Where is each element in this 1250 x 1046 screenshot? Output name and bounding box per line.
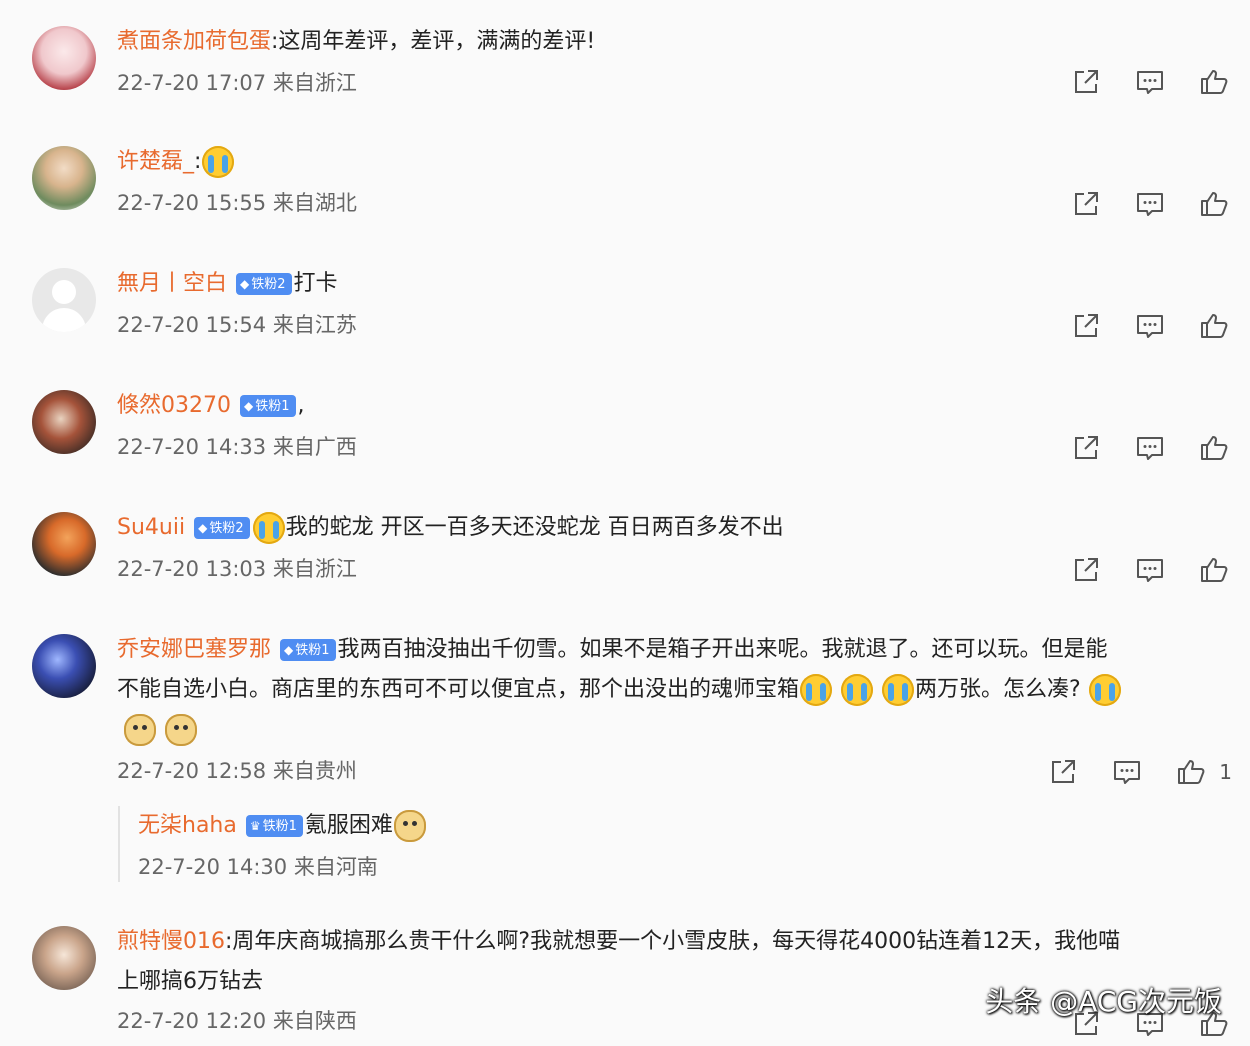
comment-icon[interactable] [1132,64,1168,100]
avatar[interactable] [32,926,96,990]
avatar[interactable] [32,512,96,576]
watermark: 头条 @ACG次元饭 [985,985,1222,1018]
comment-icon[interactable] [1109,754,1145,790]
crying-emoji-icon [882,674,915,706]
comment-location: 来自湖北 [272,191,357,215]
comment-location: 来自浙江 [272,557,357,581]
comment-location: 来自江苏 [272,313,357,337]
diamond-icon: ◆ [240,277,250,291]
share-icon[interactable] [1045,754,1081,790]
fan-badge: ♛ 铁粉1 [245,815,303,837]
doge-emoji-icon [124,714,156,746]
comment-location: 来自陕西 [272,1009,357,1033]
fan-badge: ◆ 铁粉2 [194,517,250,539]
comment-time: 22-7-20 15:54 [117,313,267,337]
comment-text: :这周年差评，差评，满满的差评! [271,29,596,54]
share-icon[interactable] [1068,430,1104,466]
comment-text: , [297,393,305,418]
username[interactable]: Su4uii [117,515,185,540]
share-icon[interactable] [1068,64,1104,100]
username[interactable]: 许楚磊_ [117,149,194,174]
share-icon[interactable] [1068,308,1104,344]
doge-emoji-icon [393,810,426,842]
like-count: 1 [1219,760,1232,784]
crying-emoji-icon [202,146,235,178]
avatar[interactable] [32,268,96,332]
diamond-icon: ◆ [198,521,208,535]
fan-badge: ◆ 铁粉2 [236,273,292,295]
comment-text-line: 不能自选小白。商店里的东西可不可以便宜点，那个出没出的魂师宝箱 [117,677,800,702]
comment-text: 我两百抽没抽出千仞雪。如果不是箱子开出来呢。我就退了。还可以玩。但是能 [337,637,1108,662]
comment-icon[interactable] [1132,430,1168,466]
comment-time: 22-7-20 13:03 [117,557,267,581]
crying-emoji-icon [800,674,833,706]
comment-icon[interactable] [1132,552,1168,588]
avatar[interactable] [32,390,96,454]
fan-badge: ◆ 铁粉1 [280,639,336,661]
comment-time: 22-7-20 17:07 [117,71,267,95]
comment-icon[interactable] [1132,186,1168,222]
diamond-icon: ◆ [284,643,294,657]
avatar[interactable] [32,26,96,90]
avatar[interactable] [32,146,96,210]
comment-text-line: 上哪搞6万钻去 [117,969,263,994]
comment-location: 来自贵州 [272,759,357,783]
comment-time: 22-7-20 12:20 [117,1009,267,1033]
username[interactable]: 倏然03270 [117,393,231,418]
username[interactable]: 无柒haha [138,813,237,838]
comment-text: :周年庆商城搞那么贵干什么啊?我就想要一个小雪皮肤，每天得花4000钻连着12天… [225,929,1121,954]
username[interactable]: 乔安娜巴塞罗那 [117,637,271,662]
comment-location: 来自河南 [293,855,378,879]
comment-text: 打卡 [293,271,338,296]
doge-emoji-icon [165,714,197,746]
comment-time: 22-7-20 12:58 [117,759,267,783]
comment-time: 22-7-20 15:55 [117,191,267,215]
thumbs-up-icon[interactable] [1196,552,1232,588]
comment-text: : [194,149,202,174]
username[interactable]: 煎特慢016 [117,929,225,954]
thumbs-up-icon[interactable] [1173,754,1209,790]
crown-icon: ♛ [249,819,261,833]
comment-location: 来自广西 [272,435,357,459]
crying-emoji-icon [252,512,285,544]
thumbs-up-icon[interactable] [1196,64,1232,100]
username[interactable]: 無月丨空白 [117,271,227,296]
comment-location: 来自浙江 [272,71,357,95]
fan-badge: ◆ 铁粉1 [240,395,296,417]
thumbs-up-icon[interactable] [1196,186,1232,222]
comment-time: 22-7-20 14:33 [117,435,267,459]
comment-text-line: 两万张。怎么凑? [915,677,1081,702]
diamond-icon: ◆ [244,399,254,413]
comment-text: 我的蛇龙 开区一百多天还没蛇龙 百日两百多发不出 [285,515,784,540]
avatar[interactable] [32,634,96,698]
share-icon[interactable] [1068,552,1104,588]
reply-item: 无柒haha ♛ 铁粉1 氪服困难 22-7-20 14:30 来自河南 [118,806,1216,882]
thumbs-up-icon[interactable] [1196,430,1232,466]
crying-emoji-icon [1088,674,1121,706]
comment-time: 22-7-20 14:30 [138,855,288,879]
thumbs-up-icon[interactable] [1196,308,1232,344]
username[interactable]: 煮面条加荷包蛋 [117,29,271,54]
comment-text: 氪服困难 [304,813,393,838]
share-icon[interactable] [1068,186,1104,222]
comment-icon[interactable] [1132,308,1168,344]
crying-emoji-icon [841,674,874,706]
